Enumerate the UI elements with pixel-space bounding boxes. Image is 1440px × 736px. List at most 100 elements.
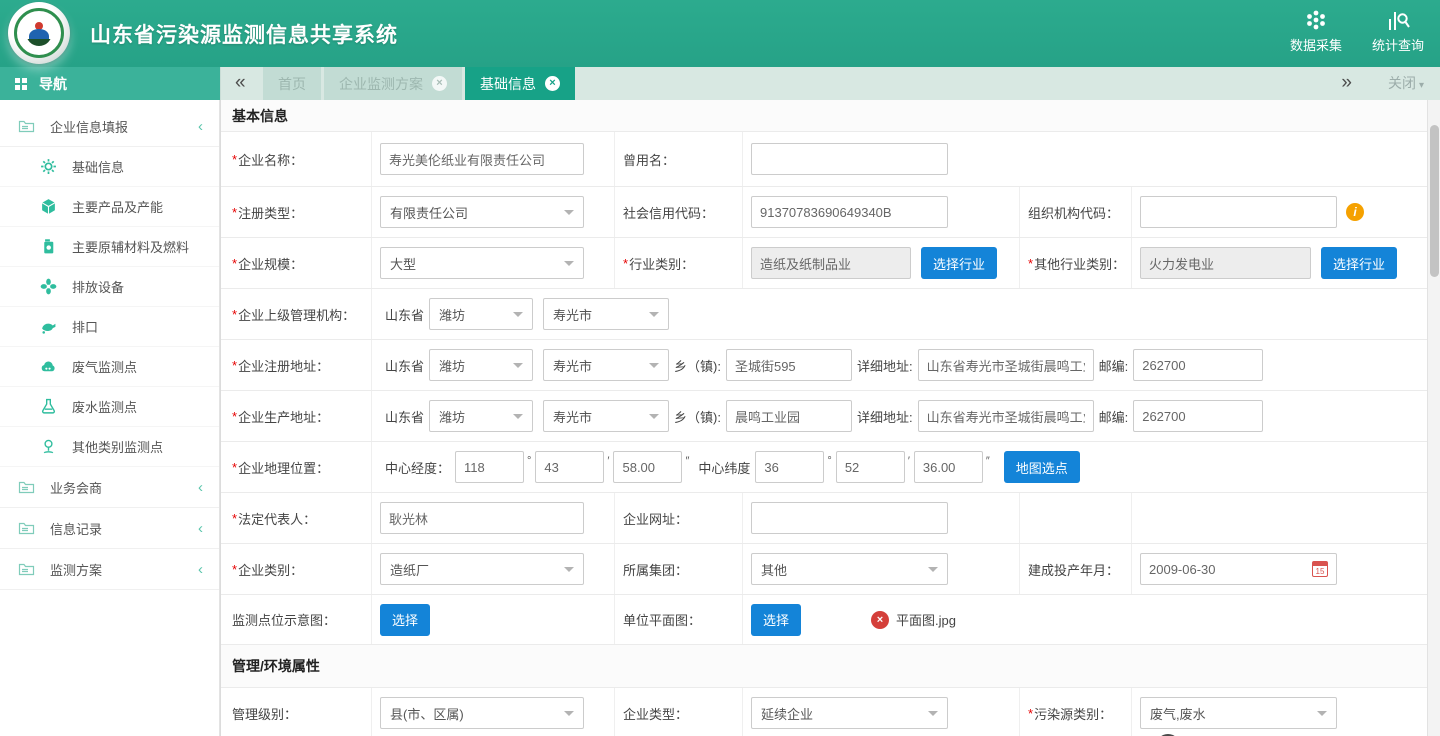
tab-home[interactable]: 首页 bbox=[263, 67, 321, 100]
register-address-city-select[interactable]: 潍坊 bbox=[429, 349, 533, 381]
degree-unit: ° bbox=[827, 455, 831, 467]
calendar-icon[interactable]: 15 bbox=[1312, 561, 1328, 577]
register-address-zip-input[interactable] bbox=[1133, 349, 1263, 381]
map-pick-button[interactable]: 地图选点 bbox=[1004, 451, 1080, 483]
production-address-city-select[interactable]: 潍坊 bbox=[429, 400, 533, 432]
industry-select-button[interactable]: 选择行业 bbox=[921, 247, 997, 279]
industry-label: *行业类别： bbox=[614, 238, 742, 288]
sidebar-item-products-capacity[interactable]: 主要产品及产能 bbox=[0, 187, 219, 227]
form-row: *法定代表人： 企业网址： bbox=[221, 493, 1427, 544]
sidebar-item-water-monitoring[interactable]: 废水监测点 bbox=[0, 387, 219, 427]
logo-ring bbox=[14, 8, 64, 58]
parent-org-county-select[interactable]: 寿光市 bbox=[543, 298, 669, 330]
monitor-sketch-select-button[interactable]: 选择 bbox=[380, 604, 430, 636]
industry-input bbox=[751, 247, 911, 279]
org-code-input[interactable] bbox=[1140, 196, 1337, 228]
second-unit: ″ bbox=[685, 455, 689, 467]
caret-down-icon bbox=[564, 711, 574, 721]
legal-person-input[interactable] bbox=[380, 502, 584, 534]
caret-down-icon bbox=[649, 414, 659, 424]
caret-down-icon bbox=[513, 312, 523, 322]
register-address-town-input[interactable] bbox=[726, 349, 852, 381]
longitude-minute-input[interactable] bbox=[535, 451, 604, 483]
province-label: 山东省 bbox=[385, 407, 424, 426]
vertical-scrollbar[interactable] bbox=[1427, 100, 1440, 736]
latitude-minute-input[interactable] bbox=[836, 451, 905, 483]
minute-unit: ′ bbox=[607, 455, 609, 467]
unit-plan-select-button[interactable]: 选择 bbox=[751, 604, 801, 636]
company-category-select[interactable]: 造纸厂 bbox=[380, 553, 584, 585]
production-address-town-input[interactable] bbox=[726, 400, 852, 432]
sidebar-item-gas-monitoring[interactable]: 废气监测点 bbox=[0, 347, 219, 387]
flask-icon bbox=[40, 398, 57, 415]
sidebar-item-label: 排放设备 bbox=[72, 277, 124, 296]
sidebar-item-other-monitoring[interactable]: 其他类别监测点 bbox=[0, 427, 219, 467]
production-address-detail-input[interactable] bbox=[918, 400, 1094, 432]
company-scale-label: *企业规模： bbox=[221, 238, 371, 288]
close-icon[interactable]: × bbox=[432, 76, 447, 91]
latitude-second-input[interactable] bbox=[914, 451, 983, 483]
sidebar-group-business-consult[interactable]: 业务会商 ‹ bbox=[0, 467, 219, 508]
pollution-type-label: *污染源类别： bbox=[1019, 688, 1131, 736]
other-industry-input bbox=[1140, 247, 1311, 279]
sidebar: 企业信息填报 ‹ 基础信息 主要产品及产能 主要原辅材料及燃料 bbox=[0, 100, 220, 736]
sidebar-group-info-records[interactable]: 信息记录 ‹ bbox=[0, 508, 219, 549]
gear-icon bbox=[40, 158, 57, 175]
production-address-zip-input[interactable] bbox=[1133, 400, 1263, 432]
close-menu-button[interactable]: 关闭▾ bbox=[1388, 73, 1424, 93]
caret-down-icon bbox=[649, 312, 659, 322]
build-date-input[interactable] bbox=[1140, 553, 1337, 585]
sidebar-group-enterprise-info[interactable]: 企业信息填报 ‹ bbox=[0, 106, 219, 147]
longitude-second-input[interactable] bbox=[613, 451, 682, 483]
sidebar-item-emission-equipment[interactable]: 排放设备 bbox=[0, 267, 219, 307]
enterprise-type-select[interactable]: 延续企业 bbox=[751, 697, 948, 729]
website-input[interactable] bbox=[751, 502, 948, 534]
sidebar-group-monitoring-plan[interactable]: 监测方案 ‹ bbox=[0, 549, 219, 590]
tabs-scroll-right-icon[interactable]: » bbox=[1341, 71, 1352, 95]
sidebar-item-raw-materials[interactable]: 主要原辅材料及燃料 bbox=[0, 227, 219, 267]
close-icon[interactable]: × bbox=[545, 76, 560, 91]
pollution-type-select[interactable]: 废气,废水 bbox=[1140, 697, 1337, 729]
stats-query-button[interactable]: 统计查询 bbox=[1372, 9, 1424, 54]
production-address-county-select[interactable]: 寿光市 bbox=[543, 400, 669, 432]
build-date-label: 建成投产年月： bbox=[1019, 544, 1131, 594]
sidebar-item-label: 废水监测点 bbox=[72, 397, 137, 416]
tabs-scroll-left-icon[interactable]: « bbox=[235, 71, 246, 95]
data-collection-label: 数据采集 bbox=[1290, 35, 1342, 54]
credit-code-input[interactable] bbox=[751, 196, 948, 228]
company-scale-select[interactable]: 大型 bbox=[380, 247, 584, 279]
sidebar-item-outlets[interactable]: 排口 bbox=[0, 307, 219, 347]
chevron-down-icon: ▾ bbox=[1419, 80, 1424, 91]
mgmt-level-select[interactable]: 县(市、区属) bbox=[380, 697, 584, 729]
sidebar-group-label: 监测方案 bbox=[50, 560, 102, 579]
tab-basic-info[interactable]: 基础信息 × bbox=[465, 67, 575, 100]
form-row: *注册类型： 有限责任公司 社会信用代码： 组织机构代码： i bbox=[221, 187, 1427, 238]
sidebar-item-basic-info[interactable]: 基础信息 bbox=[0, 147, 219, 187]
app-header: 山东省污染源监测信息共享系统 数据采集 统计查询 bbox=[0, 0, 1440, 67]
sidebar-group-label: 企业信息填报 bbox=[50, 117, 128, 136]
chevron-left-icon: ‹ bbox=[198, 118, 203, 135]
section-header-mgmt: 管理/环境属性 bbox=[221, 645, 1427, 688]
logo-core bbox=[26, 20, 52, 46]
other-industry-select-button[interactable]: 选择行业 bbox=[1321, 247, 1397, 279]
register-type-select[interactable]: 有限责任公司 bbox=[380, 196, 584, 228]
register-address-detail-input[interactable] bbox=[918, 349, 1094, 381]
form-row: *企业规模： 大型 *行业类别： 选择行业 *其他行业类别： 选择行业 bbox=[221, 238, 1427, 289]
longitude-degree-input[interactable] bbox=[455, 451, 524, 483]
former-name-input[interactable] bbox=[751, 143, 948, 175]
parent-org-city-select[interactable]: 潍坊 bbox=[429, 298, 533, 330]
register-address-county-select[interactable]: 寿光市 bbox=[543, 349, 669, 381]
sidebar-item-label: 主要产品及产能 bbox=[72, 197, 163, 216]
latitude-degree-input[interactable] bbox=[755, 451, 824, 483]
degree-unit: ° bbox=[527, 455, 531, 467]
scrollbar-thumb[interactable] bbox=[1430, 125, 1439, 277]
app-root: 山东省污染源监测信息共享系统 数据采集 统计查询 bbox=[0, 0, 1440, 736]
app-logo-icon bbox=[8, 2, 70, 64]
geo-location-label: *企业地理位置： bbox=[221, 442, 371, 492]
group-select[interactable]: 其他 bbox=[751, 553, 948, 585]
company-name-input[interactable] bbox=[380, 143, 584, 175]
delete-file-icon[interactable]: × bbox=[871, 611, 889, 629]
tab-enterprise-monitoring-plan[interactable]: 企业监测方案 × bbox=[324, 67, 462, 100]
data-collection-button[interactable]: 数据采集 bbox=[1290, 9, 1342, 54]
info-icon[interactable]: i bbox=[1346, 203, 1364, 221]
